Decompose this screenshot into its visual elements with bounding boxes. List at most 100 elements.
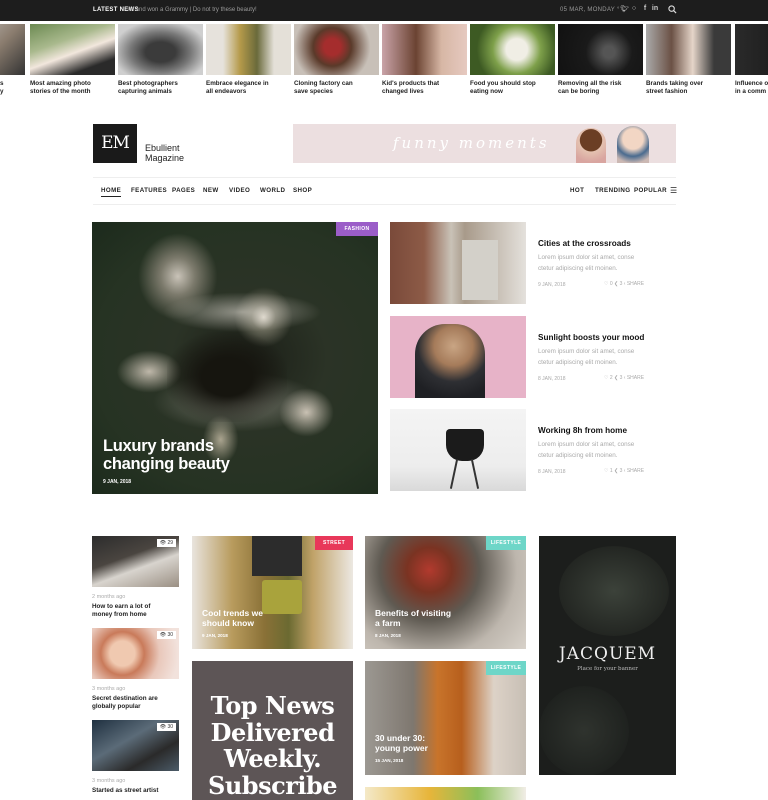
trending-strip: s y Most amazing photo stories of the mo…	[0, 24, 768, 100]
post-thumb: 👁︎ 30	[92, 720, 179, 771]
small-post[interactable]: 👁︎ 30 3 months ago Secret destination ar…	[92, 628, 179, 710]
card-title[interactable]: Benefits of visiting a farm	[375, 608, 451, 628]
linkedin-icon[interactable]: in	[651, 5, 659, 15]
woman-figure	[167, 332, 287, 422]
side-post[interactable]: Cities at the crossroads Lorem ipsum dol…	[390, 222, 676, 304]
brand-name[interactable]: Ebullient Magazine	[145, 143, 184, 163]
view-count-value: 29	[167, 540, 173, 546]
nav-features[interactable]: FEATURES	[131, 187, 167, 194]
strip-item[interactable]: Embrace elegance in all endeavors	[206, 24, 291, 95]
hero-title[interactable]: Luxury brands changing beauty	[103, 437, 230, 473]
card-date: 8 JAN, 2018	[375, 633, 401, 638]
hamburger-menu-icon[interactable]: ☰	[670, 186, 677, 195]
side-post[interactable]: Working 8h from home Lorem ipsum dolor s…	[390, 409, 676, 491]
search-icon[interactable]	[668, 5, 677, 14]
banner-subtitle: Place for your banner	[577, 666, 638, 672]
nav-popular[interactable]: POPULAR	[634, 187, 667, 194]
strip-caption: Influence o in a comm	[735, 80, 768, 95]
strip-caption: Best photographers capturing animals	[118, 80, 178, 95]
handbag-shape	[262, 580, 302, 614]
hero-post[interactable]: FASHION Luxury brands changing beauty 9 …	[92, 222, 378, 494]
strip-item[interactable]: s y	[0, 24, 25, 95]
nav-new[interactable]: NEW	[203, 187, 219, 194]
post-date: 8 JAN, 2018	[538, 376, 566, 382]
feature-card[interactable]: LIFESTYLE 30 under 30: young power 15 JA…	[365, 661, 526, 775]
next-card-thumb[interactable]	[365, 787, 526, 800]
strip-thumb	[0, 24, 25, 75]
view-count: 👁︎ 29	[156, 539, 176, 547]
twitter-icon[interactable]: 🐦︎	[620, 5, 629, 15]
instagram-icon[interactable]: ○	[630, 5, 638, 15]
strip-thumb	[206, 24, 291, 75]
nav-hot[interactable]: HOT	[570, 187, 584, 194]
facebook-icon[interactable]: f	[641, 5, 649, 15]
nav-video[interactable]: VIDEO	[229, 187, 250, 194]
sidebar-banner[interactable]: JACQUEM Place for your banner	[539, 536, 676, 775]
strip-item[interactable]: Food you should stop eating now	[470, 24, 555, 95]
strip-item[interactable]: Best photographers capturing animals	[118, 24, 203, 95]
category-tag[interactable]: STREET	[315, 536, 353, 550]
ad-text: funny moments	[393, 134, 550, 152]
strip-caption: s y	[0, 80, 4, 95]
strip-thumb	[382, 24, 467, 75]
ad-child-image	[617, 126, 649, 163]
news-ticker[interactable]: ist and won a Grammy | Do not try these …	[128, 7, 257, 13]
strip-thumb	[558, 24, 643, 75]
small-post[interactable]: 👁︎ 30 3 months ago Started as street art…	[92, 720, 179, 795]
strip-item[interactable]: Influence o in a comm	[735, 24, 768, 95]
hero-title-line: changing beauty	[103, 455, 230, 473]
hero-date: 9 JAN, 2018	[103, 479, 132, 485]
post-title[interactable]: How to earn a lot of money from home	[92, 603, 179, 618]
site-logo[interactable]: EM	[93, 124, 137, 163]
post-stats[interactable]: ♡ 1 ❮ 3 ‹ SHARE	[604, 468, 644, 474]
feature-card[interactable]: STREET Cool trends we should know 9 JAN,…	[192, 536, 353, 649]
chair-leg	[470, 459, 480, 489]
post-stats[interactable]: ♡ 2 ❮ 3 ‹ SHARE	[604, 375, 644, 381]
post-title[interactable]: Working 8h from home	[538, 426, 627, 435]
strip-caption: Brands taking over street fashion	[646, 80, 704, 95]
post-time-ago: 2 months ago	[92, 594, 126, 600]
view-count: 👁︎ 30	[156, 631, 176, 639]
header-ad-banner[interactable]: funny moments	[293, 124, 676, 163]
newsletter-promo[interactable]: Top News Delivered Weekly. Subscribe	[192, 661, 353, 800]
date-weather: 05 MAR, MONDAY ° C	[560, 7, 627, 13]
strip-item[interactable]: Kid's products that changed lives	[382, 24, 467, 95]
nav-pages[interactable]: PAGES	[172, 187, 195, 194]
nav-trending[interactable]: TRENDING	[595, 187, 631, 194]
post-excerpt: Lorem ipsum dolor sit amet, conse ctetur…	[538, 254, 635, 272]
card-title[interactable]: 30 under 30: young power	[375, 733, 428, 753]
nav-home[interactable]: HOME	[101, 187, 122, 197]
category-tag[interactable]: LIFESTYLE	[486, 661, 526, 675]
view-count-value: 30	[167, 632, 173, 638]
post-thumb: 👁︎ 30	[92, 628, 179, 679]
top-bar: LATEST NEWS ist and won a Grammy | Do no…	[0, 0, 768, 21]
post-thumb	[390, 316, 526, 398]
nav-shop[interactable]: SHOP	[293, 187, 312, 194]
leaf-shape	[559, 546, 669, 636]
post-stats[interactable]: ♡ 0 ❮ 3 ‹ SHARE	[604, 281, 644, 287]
category-tag[interactable]: FASHION	[336, 222, 378, 236]
newsletter-text: Top News Delivered Weekly. Subscribe	[208, 691, 338, 800]
post-excerpt: Lorem ipsum dolor sit amet, conse ctetur…	[538, 441, 635, 459]
category-tag[interactable]: LIFESTYLE	[486, 536, 526, 550]
strip-thumb	[470, 24, 555, 75]
coat-shape	[252, 536, 302, 576]
post-title[interactable]: Sunlight boosts your mood	[538, 333, 644, 342]
post-title[interactable]: Started as street artist	[92, 787, 179, 795]
post-date: 8 JAN, 2018	[538, 469, 566, 475]
strip-item[interactable]: Most amazing photo stories of the month	[30, 24, 115, 95]
strip-caption: Cloning factory can save species	[294, 80, 353, 95]
strip-item[interactable]: Brands taking over street fashion	[646, 24, 731, 95]
strip-thumb	[118, 24, 203, 75]
chair-seat	[446, 429, 484, 461]
post-title[interactable]: Secret destination are globally popular	[92, 695, 179, 710]
strip-thumb	[735, 24, 768, 75]
strip-item[interactable]: Removing all the risk can be boring	[558, 24, 643, 95]
post-title[interactable]: Cities at the crossroads	[538, 239, 631, 248]
feature-card[interactable]: LIFESTYLE Benefits of visiting a farm 8 …	[365, 536, 526, 649]
small-post[interactable]: 👁︎ 29 2 months ago How to earn a lot of …	[92, 536, 179, 618]
strip-item[interactable]: Cloning factory can save species	[294, 24, 379, 95]
nav-world[interactable]: WORLD	[260, 187, 285, 194]
side-post[interactable]: Sunlight boosts your mood Lorem ipsum do…	[390, 316, 676, 398]
card-title[interactable]: Cool trends we should know	[202, 608, 263, 628]
